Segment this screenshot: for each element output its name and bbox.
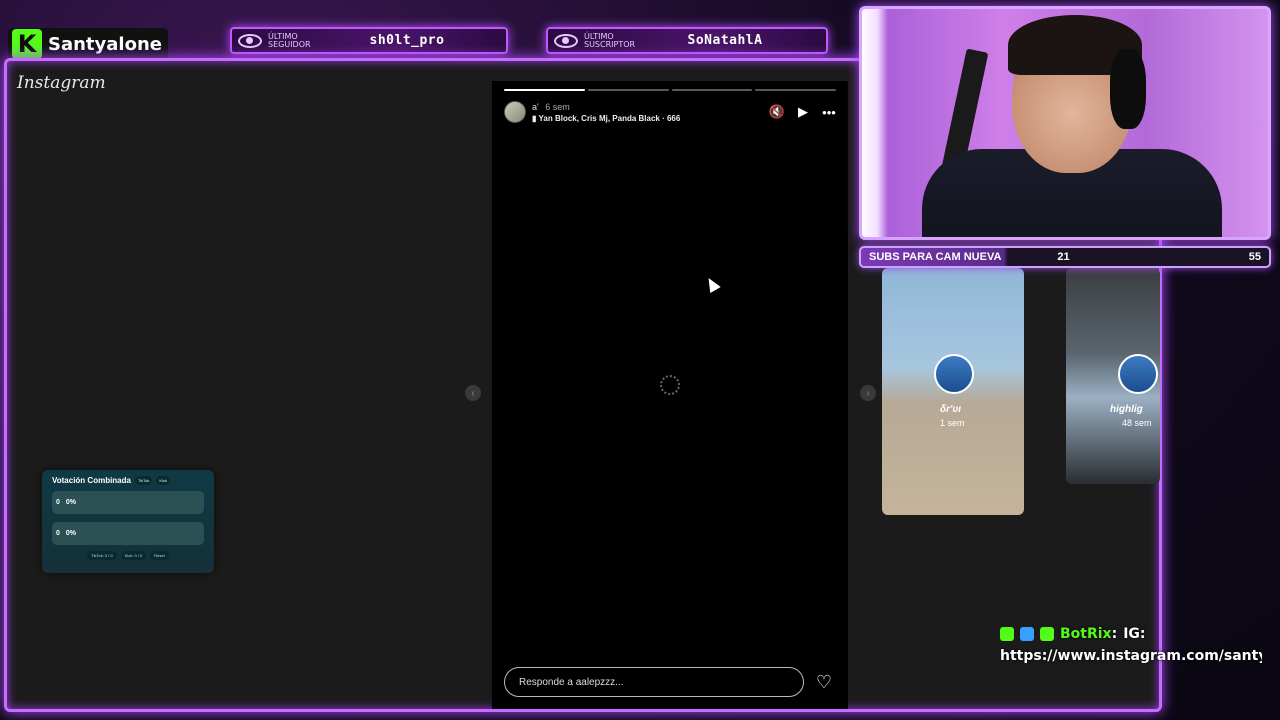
last-subscriber-alert: ÚLTIMO SUSCRIPTOR SoNatahlA [546,27,828,54]
like-heart-icon[interactable]: ♡ [816,672,832,693]
play-icon[interactable]: ▶ [796,104,810,119]
last-follower-label: ÚLTIMO SEGUIDOR [268,32,311,49]
stream-overlay: K Santyalone ÚLTIMO SEGUIDOR sh0lt_pro Ú… [0,0,1280,720]
reply-input[interactable]: Responde a aalepzzz... [504,667,804,697]
vote-count: 0 [56,499,60,506]
goal-current: 21 [1057,251,1070,263]
side-story-name: δr'υι [940,404,962,415]
story-viewer: a' 6 sem ▮ Yan Block, Cris Mj, Panda Bla… [492,81,848,709]
chat-username: BotRix [1060,626,1112,642]
progress-segment [587,89,669,91]
alert-label-line2: SEGUIDOR [268,39,311,49]
goal-target: 55 [1248,251,1261,263]
chat-url: https://www.instagram.com/santyc [1000,648,1262,664]
alert-label-line2: SUSCRIPTOR [584,39,636,49]
story-header: a' 6 sem ▮ Yan Block, Cris Mj, Panda Bla… [504,99,836,125]
loading-spinner-icon [660,375,680,395]
next-story-arrow-icon[interactable]: › [860,385,876,401]
story-controls: 🔇 ▶ ••• [769,104,836,120]
progress-segment [504,89,585,91]
channel-brand: K Santyalone [8,28,168,60]
story-avatar[interactable] [504,101,526,123]
side-story-time: 1 sem [940,418,965,428]
side-story-avatar [1118,354,1158,394]
vote-footer-tiktok: TikTok: 0 / 0 [87,551,117,560]
kick-badge-icon [1040,627,1054,641]
last-subscriber-name: SoNatahlA [687,33,763,48]
vote-tag-kick: Kick [156,476,170,485]
light-panel [862,9,888,237]
vote-count: 0 [56,530,60,537]
eye-icon [554,33,578,48]
kick-logo-icon: K [12,29,42,59]
goal-label: SUBS PARA CAM NUEVA [869,251,1002,263]
mute-icon[interactable]: 🔇 [769,104,785,119]
previous-story-arrow-icon[interactable]: ‹ [465,385,481,401]
side-story-preview[interactable]: δr'υι 1 sem [882,268,1024,515]
webcam-feed [859,6,1271,240]
vote-title: Votación Combinada [52,476,131,485]
vote-option-a: 0 0% [52,491,204,514]
side-story-name: highlig [1110,404,1143,415]
vote-footer-kick: Kick: 0 / 0 [120,551,147,560]
voting-widget: Votación Combinada TikTok Kick 0 0% 0 0%… [42,470,214,573]
vote-percent: 0% [65,530,77,537]
more-icon[interactable]: ••• [822,105,836,120]
vote-tag-tiktok: TikTok [134,476,153,485]
story-meta: a' 6 sem ▮ Yan Block, Cris Mj, Panda Bla… [532,102,680,123]
last-follower-alert: ÚLTIMO SEGUIDOR sh0lt_pro [230,27,508,54]
story-song[interactable]: Yan Block, Cris Mj, Panda Black · 666 [538,114,680,123]
story-progress [504,89,836,91]
story-username[interactable]: a' [532,102,539,112]
progress-segment [755,89,836,91]
channel-name: Santyalone [48,33,162,55]
badge-icon [1000,627,1014,641]
headphones-icon [1110,49,1146,129]
vote-footer-reset: Reset [150,551,169,560]
instagram-logo[interactable]: Instagram [17,73,106,93]
story-time: 6 sem [545,101,570,112]
progress-segment [671,89,753,91]
subs-goal-bar: SUBS PARA CAM NUEVA 21 55 [859,246,1271,268]
chat-message: BotRix: IG: https://www.instagram.com/sa… [1000,626,1262,664]
last-subscriber-label: ÚLTIMO SUSCRIPTOR [584,32,636,49]
sword-badge-icon [1020,627,1034,641]
vote-footer: TikTok: 0 / 0 Kick: 0 / 0 Reset [52,551,204,560]
side-story-preview[interactable]: highlig 48 sem [1066,268,1160,484]
eye-icon [238,33,262,48]
side-story-time: 48 sem [1122,418,1152,428]
vote-option-b: 0 0% [52,522,204,545]
chat-text: IG: [1123,626,1146,642]
side-story-avatar [934,354,974,394]
vote-percent: 0% [65,499,77,506]
last-follower-name: sh0lt_pro [369,33,445,48]
